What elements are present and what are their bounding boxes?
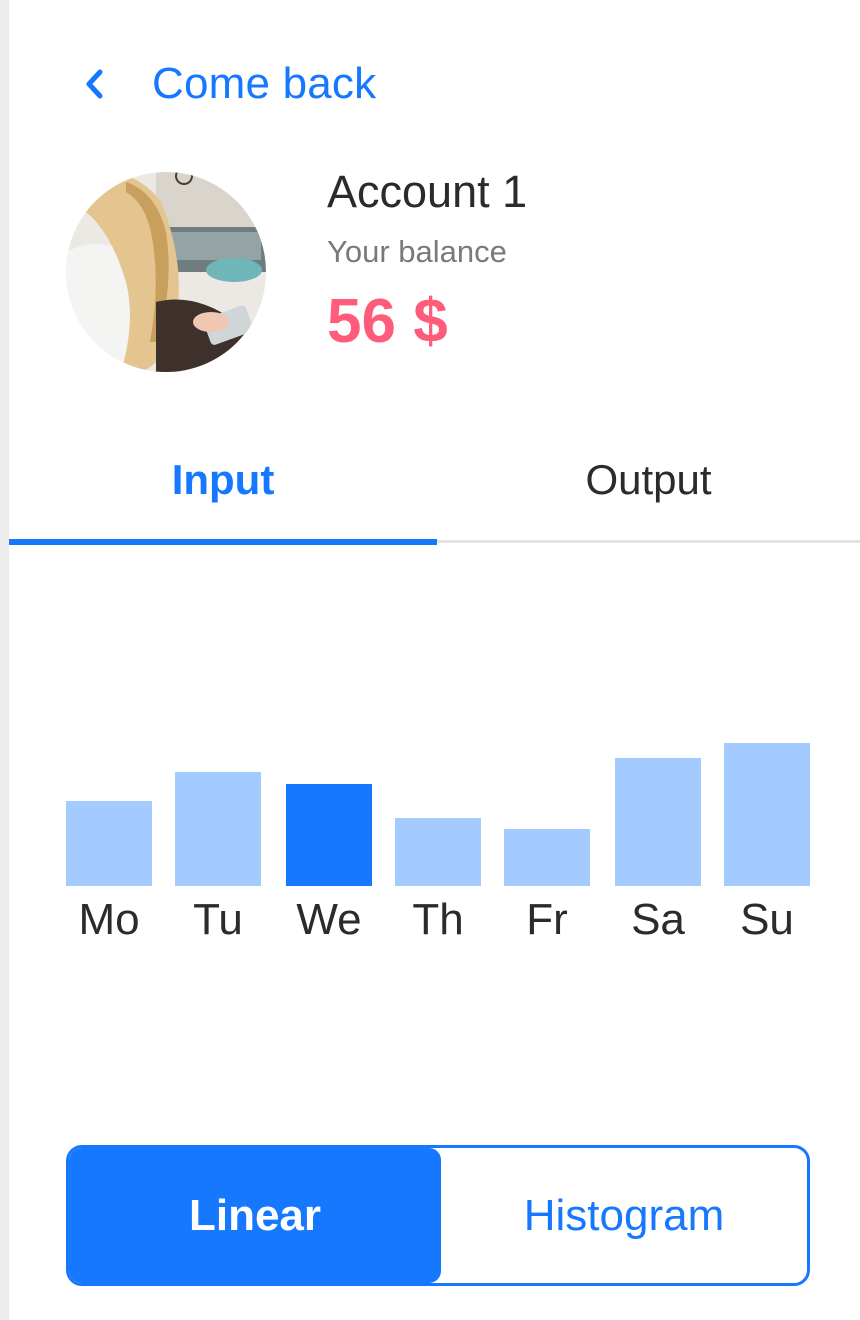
tick-label-th: Th [412,895,463,944]
back-button[interactable]: Come back [74,54,376,114]
account-screen: Come back Account 1 Your balance 56 $ In… [0,0,860,1320]
bar-mo[interactable] [66,801,152,886]
back-label: Come back [152,59,377,108]
bar-th[interactable] [395,818,481,886]
tick-label-fr: Fr [526,895,568,944]
weekly-bar-chart: Mo Tu We Th Fr Sa Su [66,743,810,944]
view-mode-toggle: Linear Histogram [66,1145,810,1286]
tab-bar: Input Output [9,430,860,546]
account-name: Account 1 [327,166,528,217]
tick-label-sa: Sa [631,895,685,944]
bar-sa[interactable] [615,758,701,886]
bar-fr[interactable] [504,829,590,886]
linear-option[interactable]: Linear [69,1148,441,1283]
histogram-option[interactable]: Histogram [441,1148,807,1283]
tick-label-su: Su [740,895,794,944]
chevron-left-icon [74,64,114,104]
bar-tu[interactable] [175,772,261,886]
active-tab-indicator [9,539,437,545]
tick-label-mo: Mo [78,895,139,944]
bar-su[interactable] [724,743,810,886]
balance-label: Your balance [327,234,507,269]
bar-we[interactable] [286,784,372,886]
tab-baseline [437,540,860,543]
tab-output[interactable]: Output [437,430,860,530]
tick-label-we: We [296,895,361,944]
balance-value: 56 $ [327,287,448,356]
avatar [66,172,266,372]
tick-label-tu: Tu [193,895,243,944]
tab-input[interactable]: Input [9,430,437,530]
